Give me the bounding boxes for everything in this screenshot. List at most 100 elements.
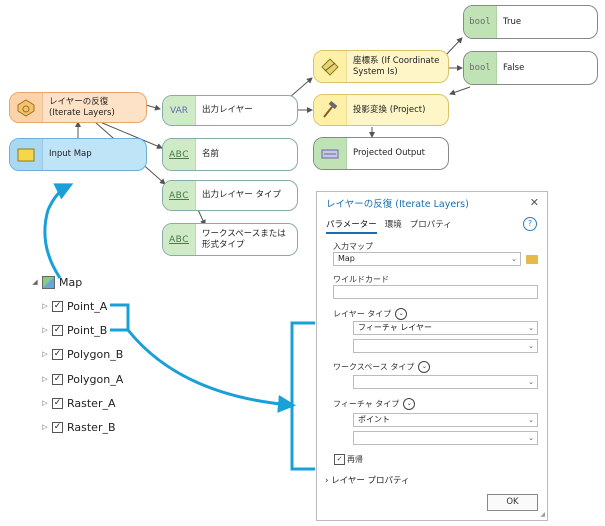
input-map-select[interactable]: Map ⌄ — [333, 252, 521, 266]
chevron-down-icon: ⌄ — [528, 416, 534, 424]
hammer-icon — [314, 95, 347, 125]
expand-triangle-icon[interactable]: ▷ — [40, 326, 50, 334]
chevron-down-icon: ⌄ — [528, 342, 534, 350]
expand-triangle-icon[interactable]: ▷ — [40, 302, 50, 310]
layer-type-value: フィーチャ レイヤー — [358, 323, 433, 332]
visibility-checkbox[interactable]: ✓ — [52, 421, 63, 433]
layer-raster-a[interactable]: ▷ ✓ Raster_A — [40, 394, 116, 412]
dialog-title: レイヤーの反復 (Iterate Layers) — [326, 199, 469, 210]
browse-folder-icon[interactable] — [526, 255, 538, 264]
wildcard-input[interactable] — [333, 285, 538, 299]
visibility-checkbox[interactable]: ✓ — [52, 397, 63, 409]
tab-parameters[interactable]: パラメーター — [326, 218, 377, 234]
tab-environments[interactable]: 環境 — [385, 218, 402, 234]
project-tool-node[interactable]: 投影変換 (Project) — [313, 94, 449, 126]
workspace-type-label-text: ワークスペース タイプ — [333, 362, 415, 372]
workspace-type-label: ワークスペース タイプ ⌄ — [333, 361, 431, 373]
project-tool-label: 投影変換 (Project) — [353, 104, 426, 115]
layer-polygon-b[interactable]: ▷ ✓ Polygon_B — [40, 345, 123, 363]
iterator-icon — [10, 93, 43, 122]
feature-type-select-empty[interactable]: ⌄ — [353, 431, 538, 445]
if-coordinate-system-tool-node[interactable]: 座標系 (If Coordinate System Is) — [313, 50, 449, 83]
recursive-checkbox[interactable]: ✓ — [334, 454, 345, 465]
visibility-checkbox[interactable]: ✓ — [52, 348, 63, 360]
chevron-down-icon: ⌄ — [511, 255, 517, 263]
input-map-value: Map — [338, 254, 355, 263]
layer-properties-section[interactable]: › レイヤー プロパティ — [325, 474, 410, 486]
true-label: True — [503, 16, 522, 27]
help-icon[interactable]: ? — [523, 217, 537, 231]
workspace-type-variable-node[interactable]: ABC ワークスペースまたは形式タイプ — [162, 223, 298, 256]
layer-label: Point_B — [67, 323, 108, 337]
layer-label: Polygon_B — [67, 347, 124, 361]
layer-polygon-a[interactable]: ▷ ✓ Polygon_A — [40, 370, 123, 388]
output-layer-label: 出力レイヤー — [202, 105, 253, 115]
layer-properties-label: レイヤー プロパティ — [331, 476, 410, 486]
expand-circle-icon[interactable]: ⌄ — [395, 308, 408, 320]
layer-point-b[interactable]: ▷ ✓ Point_B — [40, 321, 107, 339]
false-output-node[interactable]: bool False — [463, 51, 598, 85]
iterate-layers-node[interactable]: レイヤーの反復 (Iterate Layers) — [9, 92, 147, 123]
workspace-type-label: ワークスペースまたは形式タイプ — [202, 228, 286, 250]
feature-type-select[interactable]: ポイント ⌄ — [353, 413, 538, 427]
layer-type-label: レイヤー タイプ ⌄ — [333, 308, 408, 320]
feature-type-label: フィーチャ タイプ ⌄ — [333, 398, 416, 410]
chevron-down-icon: ⌄ — [528, 434, 534, 442]
layer-label: Polygon_A — [67, 372, 124, 386]
var-tag: VAR — [163, 96, 196, 125]
chevron-down-icon: ⌄ — [528, 378, 534, 386]
layer-label: Raster_A — [67, 396, 116, 410]
layer-raster-b[interactable]: ▷ ✓ Raster_B — [40, 418, 116, 436]
coordinate-system-icon — [314, 51, 347, 82]
projected-output-label: Projected Output — [353, 148, 425, 158]
input-map-label: 入力マップ — [333, 242, 373, 251]
true-output-node[interactable]: bool True — [463, 5, 598, 39]
abc-tag: ABC — [163, 224, 196, 255]
visibility-checkbox[interactable]: ✓ — [52, 373, 63, 385]
output-layer-variable-node[interactable]: VAR 出力レイヤー — [162, 95, 298, 126]
workspace-type-select[interactable]: ⌄ — [353, 375, 538, 389]
expand-circle-icon[interactable]: ⌄ — [418, 361, 431, 373]
expand-triangle-icon[interactable]: ▷ — [40, 375, 50, 383]
dialog-tabs: パラメーター 環境 プロパティ — [326, 218, 452, 234]
layer-type-select[interactable]: フィーチャ レイヤー ⌄ — [353, 321, 538, 335]
layer-type-select-empty[interactable]: ⌄ — [353, 339, 538, 353]
collapse-triangle-icon[interactable]: ◢ — [30, 278, 40, 286]
expand-circle-icon[interactable]: ⌄ — [403, 398, 416, 410]
input-map-node[interactable]: Input Map — [9, 138, 147, 171]
feature-type-label-text: フィーチャ タイプ — [333, 399, 400, 409]
projected-output-node[interactable]: Projected Output — [313, 137, 449, 170]
close-icon[interactable]: ✕ — [530, 196, 539, 209]
abc-tag: ABC — [163, 139, 196, 170]
layer-label: Point_A — [67, 299, 108, 313]
output-layer-type-label: 出力レイヤー タイプ — [202, 190, 281, 200]
map-icon — [42, 275, 55, 289]
recursive-label: 再帰 — [347, 455, 363, 464]
resize-grip-icon[interactable]: ◢ — [540, 511, 545, 518]
layer-point-a[interactable]: ▷ ✓ Point_A — [40, 297, 107, 315]
bool-tag: bool — [464, 52, 497, 84]
expand-triangle-icon[interactable]: ▷ — [40, 399, 50, 407]
tree-root-map[interactable]: ◢ Map — [30, 273, 82, 291]
expand-triangle-icon[interactable]: ▷ — [40, 423, 50, 431]
bool-tag: bool — [464, 6, 497, 38]
false-label: False — [503, 62, 525, 73]
output-layer-type-variable-node[interactable]: ABC 出力レイヤー タイプ — [162, 180, 298, 211]
map-icon — [10, 139, 43, 170]
visibility-checkbox[interactable]: ✓ — [52, 300, 63, 312]
chevron-down-icon: ⌄ — [528, 324, 534, 332]
iterate-layers-dialog: レイヤーの反復 (Iterate Layers) ✕ パラメーター 環境 プロパ… — [316, 191, 548, 521]
coord-tool-label: 座標系 (If Coordinate System Is) — [353, 55, 440, 77]
tab-properties[interactable]: プロパティ — [410, 218, 452, 234]
name-label: 名前 — [202, 149, 220, 159]
iterate-node-label: レイヤーの反復 (Iterate Layers) — [49, 96, 115, 118]
feature-class-icon — [314, 138, 347, 169]
feature-type-value: ポイント — [358, 415, 390, 424]
ok-button[interactable]: OK — [487, 494, 538, 511]
abc-tag: ABC — [163, 181, 196, 210]
layer-label: Raster_B — [67, 420, 116, 434]
name-variable-node[interactable]: ABC 名前 — [162, 138, 298, 171]
layer-type-label-text: レイヤー タイプ — [333, 309, 392, 319]
visibility-checkbox[interactable]: ✓ — [52, 324, 63, 336]
expand-triangle-icon[interactable]: ▷ — [40, 350, 50, 358]
